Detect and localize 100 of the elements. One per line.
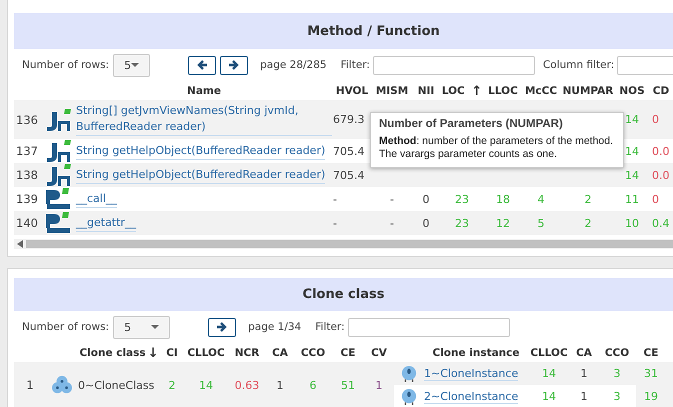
next-page-button[interactable]	[208, 318, 236, 336]
arrow-right-icon	[228, 60, 240, 70]
column-header[interactable]: NCR	[228, 347, 266, 359]
column-header[interactable]: MISM	[372, 85, 412, 97]
python-language-icon	[44, 187, 72, 211]
metric-value: -	[333, 216, 337, 230]
metric-value: 0.4	[652, 216, 670, 230]
column-header[interactable]: CA	[266, 347, 294, 359]
column-header[interactable]: NUMPAR	[560, 85, 616, 97]
tooltip-title: Number of Parameters (NUMPAR)	[379, 118, 564, 130]
column-header[interactable]: CE	[636, 347, 666, 359]
metric-value: 14	[199, 378, 213, 392]
method-link[interactable]: String[] getJvmViewNames(String jvmId, BufferedReader reader)	[76, 103, 332, 136]
clone-instance-icon	[401, 364, 417, 382]
column-header[interactable]: LOC ↑	[440, 84, 484, 98]
metric-value: 12	[496, 216, 510, 230]
metric-value: 5	[538, 216, 544, 230]
metric-value: 1	[580, 390, 588, 403]
row-number: 140	[15, 216, 39, 230]
metric-value: 23	[455, 192, 469, 206]
metric-value: 6	[310, 378, 316, 392]
column-header[interactable]: NII	[412, 85, 440, 97]
tooltip-text: Method: number of the parameters of the method. The varargs parameter counts as one.	[379, 135, 614, 161]
column-header[interactable]: NOS	[616, 85, 648, 97]
column-header[interactable]: LLOC	[484, 85, 522, 97]
metric-value: 3	[614, 390, 620, 403]
metric-value: 14	[625, 113, 639, 126]
clone-instance-icon	[401, 388, 417, 406]
previous-page-button[interactable]	[188, 56, 216, 74]
method-link[interactable]: __call__	[76, 190, 117, 208]
column-header[interactable]: CCO	[294, 347, 332, 359]
column-header[interactable]: CE	[332, 347, 364, 359]
column-header[interactable]: Clone instance	[424, 347, 528, 359]
scrollbar-thumb[interactable]	[26, 240, 673, 248]
section-title: Clone class	[302, 287, 384, 302]
filter-label: Filter:	[315, 321, 345, 333]
metric-value: 4	[538, 192, 544, 206]
arrow-right-icon	[216, 322, 228, 332]
row-number: 138	[15, 168, 39, 182]
column-header[interactable]: CI	[160, 347, 184, 359]
python-language-icon	[44, 211, 72, 235]
metric-value: 679.3	[333, 113, 364, 126]
caret-icon	[131, 63, 140, 67]
metric-value: 0.0	[652, 168, 670, 182]
clone-class-icon	[52, 375, 72, 395]
metric-value: 19	[644, 390, 658, 403]
metric-value: 0.0	[652, 144, 670, 158]
column-header[interactable]: HVOL	[332, 85, 372, 97]
column-header[interactable]: CV	[364, 347, 394, 359]
metric-value: 1	[580, 367, 588, 380]
metric-value: 11	[625, 192, 639, 206]
metric-value: -	[390, 216, 394, 230]
column-header[interactable]: McCC	[522, 85, 560, 97]
column-header[interactable]: CD	[648, 85, 673, 97]
metric-value: 1	[276, 378, 284, 392]
metric-value: 14	[542, 390, 556, 403]
metric-value: 0	[652, 113, 659, 126]
column-header[interactable]: CA	[570, 347, 598, 359]
metric-value: 14	[625, 168, 639, 182]
java-language-icon	[44, 108, 72, 132]
metric-value: 3	[614, 367, 620, 380]
clone-instance-link[interactable]: 2~CloneInstance	[424, 390, 518, 404]
column-header[interactable]: Clone class↓	[78, 346, 160, 360]
page-indicator: page 1/34	[248, 321, 302, 333]
metric-value: 0	[652, 192, 659, 206]
method-link[interactable]: String getHelpObject(BufferedReader reader)	[76, 166, 326, 184]
rows-dropdown[interactable]: 5	[113, 54, 150, 76]
metric-value: 10	[625, 216, 639, 230]
column-header[interactable]: CCO	[598, 347, 636, 359]
row-number: 139	[15, 192, 39, 206]
metric-value: 23	[455, 216, 469, 230]
filter-field[interactable]	[372, 56, 535, 74]
page-indicator: page 28/285	[260, 59, 327, 71]
metric-value: 2	[584, 216, 592, 230]
filter-label: Filter:	[340, 59, 370, 71]
metric-value: 31	[644, 367, 658, 380]
method-link[interactable]: __getattr__	[76, 214, 136, 232]
rows-label: Number of rows:	[22, 321, 110, 333]
metric-value: 51	[341, 378, 355, 392]
filter-field[interactable]	[348, 318, 510, 336]
column-header[interactable]: CLLOC	[184, 347, 228, 359]
method-link[interactable]: String getHelpObject(BufferedReader reader)	[76, 142, 326, 160]
metric-value: 14	[625, 144, 639, 158]
metric-value: 705.4	[333, 168, 364, 182]
scroll-left-icon[interactable]	[17, 240, 23, 248]
horizontal-scrollbar[interactable]	[14, 239, 673, 249]
clone-class-name: 0~CloneClass	[78, 378, 154, 392]
column-header[interactable]: Name	[76, 85, 332, 97]
metric-value: -	[333, 192, 337, 206]
column-header[interactable]: CLLOC	[528, 347, 570, 359]
java-language-icon	[44, 139, 72, 163]
column-filter-label: Column filter:	[542, 59, 614, 71]
metric-value: 0	[422, 192, 430, 206]
clone-instance-link[interactable]: 1~CloneInstance	[424, 367, 518, 381]
metric-value: 0	[422, 216, 430, 230]
rows-dropdown[interactable]: 5	[113, 316, 170, 338]
metric-value: 0.63	[234, 378, 260, 392]
next-page-button[interactable]	[220, 56, 248, 74]
metric-value: 1	[376, 378, 382, 392]
row-number: 136	[15, 112, 39, 126]
